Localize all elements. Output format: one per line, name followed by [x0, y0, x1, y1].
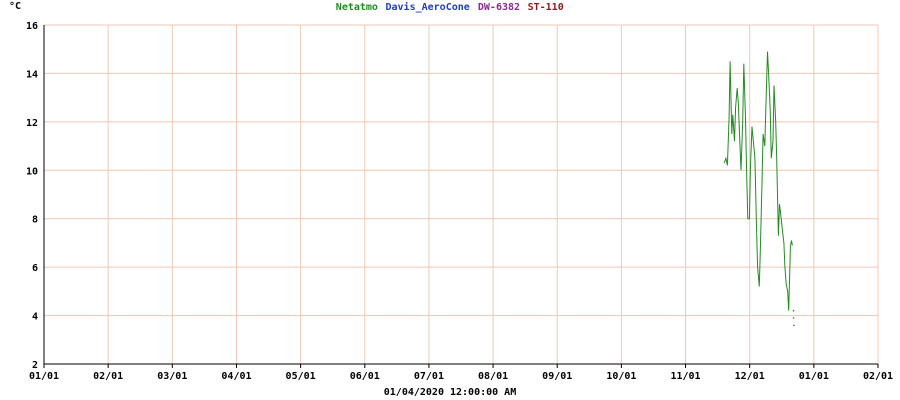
- x-axis-ticks: 01/01 02/01 03/01 04/01 05/01 06/01 07/01 08/01…: [29, 364, 893, 382]
- y-tick-label: 14: [26, 69, 38, 80]
- x-tick-label: 05/01: [286, 371, 316, 382]
- x-tick-label: 12/01: [735, 371, 765, 382]
- y-tick-label: 2: [32, 360, 38, 371]
- y-tick-label: 10: [26, 166, 38, 177]
- y-unit-label: °C: [9, 1, 21, 12]
- data-point: [792, 309, 795, 312]
- data-point: [793, 324, 795, 327]
- x-tick-label: 01/01: [799, 371, 829, 382]
- y-tick-label: 4: [32, 312, 38, 323]
- chart-legend: Netatmo Davis_AeroCone DW-6382 ST-110: [336, 1, 564, 13]
- x-tick-label: 08/01: [478, 371, 508, 382]
- x-tick-label: 03/01: [157, 371, 187, 382]
- y-axis-ticks: 2 4 6 8 10 12 14 16: [26, 21, 38, 371]
- chart-series: [723, 51, 795, 327]
- y-tick-label: 8: [32, 215, 38, 226]
- x-tick-label: 09/01: [542, 371, 572, 382]
- legend-item-dw-6382: DW-6382: [478, 2, 520, 13]
- x-tick-label: 01/01: [29, 371, 59, 382]
- x-tick-label: 10/01: [606, 371, 636, 382]
- x-tick-label: 07/01: [414, 371, 444, 382]
- x-tick-label: 02/01: [93, 371, 123, 382]
- data-point: [792, 317, 795, 319]
- x-tick-label: 02/01: [863, 371, 893, 382]
- y-tick-label: 6: [32, 263, 38, 274]
- x-axis-label: 01/04/2020 12:00:00 AM: [384, 387, 516, 398]
- chart-axes: [43, 25, 878, 365]
- legend-item-davis-aerocone: Davis_AeroCone: [386, 1, 470, 13]
- temperature-chart: 2 4 6 8 10 12 14 16 01/01 02/01 03/01 04/01 05/01 06…: [9, 1, 893, 398]
- legend-item-netatmo: Netatmo: [336, 2, 378, 13]
- legend-item-st-110: ST-110: [528, 2, 564, 13]
- y-tick-label: 12: [26, 118, 38, 129]
- x-tick-label: 04/01: [221, 371, 251, 382]
- x-tick-label: 06/01: [350, 371, 380, 382]
- y-tick-label: 16: [26, 21, 38, 32]
- x-tick-label: 11/01: [670, 371, 700, 382]
- series-line-netatmo: [723, 51, 793, 311]
- chart-grid: [43, 24, 879, 365]
